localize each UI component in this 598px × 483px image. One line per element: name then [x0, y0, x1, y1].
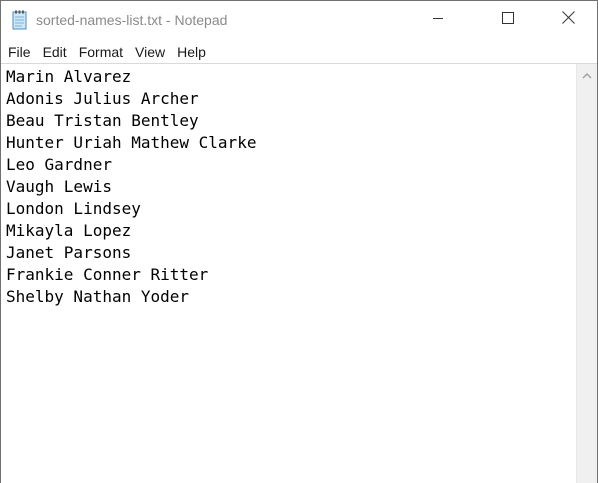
text-line[interactable]: Vaugh Lewis [6, 176, 576, 198]
maximize-button[interactable] [485, 1, 531, 39]
chevron-up-icon [582, 66, 592, 84]
window-title: sorted-names-list.txt - Notepad [36, 12, 228, 28]
text-line[interactable]: Marin Alvarez [6, 66, 576, 88]
scroll-up-button[interactable] [577, 66, 597, 84]
minimize-icon [432, 11, 444, 29]
text-line[interactable]: Mikayla Lopez [6, 220, 576, 242]
text-line[interactable]: Frankie Conner Ritter [6, 264, 576, 286]
menu-bar: File Edit Format View Help [1, 41, 597, 62]
menu-help[interactable]: Help [171, 42, 212, 62]
close-button[interactable] [545, 1, 591, 39]
text-line[interactable]: Hunter Uriah Mathew Clarke [6, 132, 576, 154]
editor-area: Marin Alvarez Adonis Julius Archer Beau … [1, 63, 597, 483]
menu-file[interactable]: File [2, 42, 37, 62]
vertical-scrollbar[interactable] [576, 64, 597, 483]
menu-edit[interactable]: Edit [37, 42, 73, 62]
text-line[interactable]: Adonis Julius Archer [6, 88, 576, 110]
text-line[interactable]: Janet Parsons [6, 242, 576, 264]
minimize-button[interactable] [415, 1, 461, 39]
text-line[interactable]: Beau Tristan Bentley [6, 110, 576, 132]
text-line[interactable]: Leo Gardner [6, 154, 576, 176]
close-icon [561, 11, 575, 29]
text-line[interactable]: London Lindsey [6, 198, 576, 220]
menu-view[interactable]: View [129, 42, 171, 62]
text-editor[interactable]: Marin Alvarez Adonis Julius Archer Beau … [1, 64, 576, 483]
notepad-window: sorted-names-list.txt - Notepad File Edi… [0, 0, 598, 483]
menu-format[interactable]: Format [73, 42, 129, 62]
notepad-app-icon[interactable] [11, 10, 29, 30]
maximize-icon [502, 11, 514, 29]
text-line[interactable]: Shelby Nathan Yoder [6, 286, 576, 308]
title-bar[interactable]: sorted-names-list.txt - Notepad [1, 1, 597, 39]
